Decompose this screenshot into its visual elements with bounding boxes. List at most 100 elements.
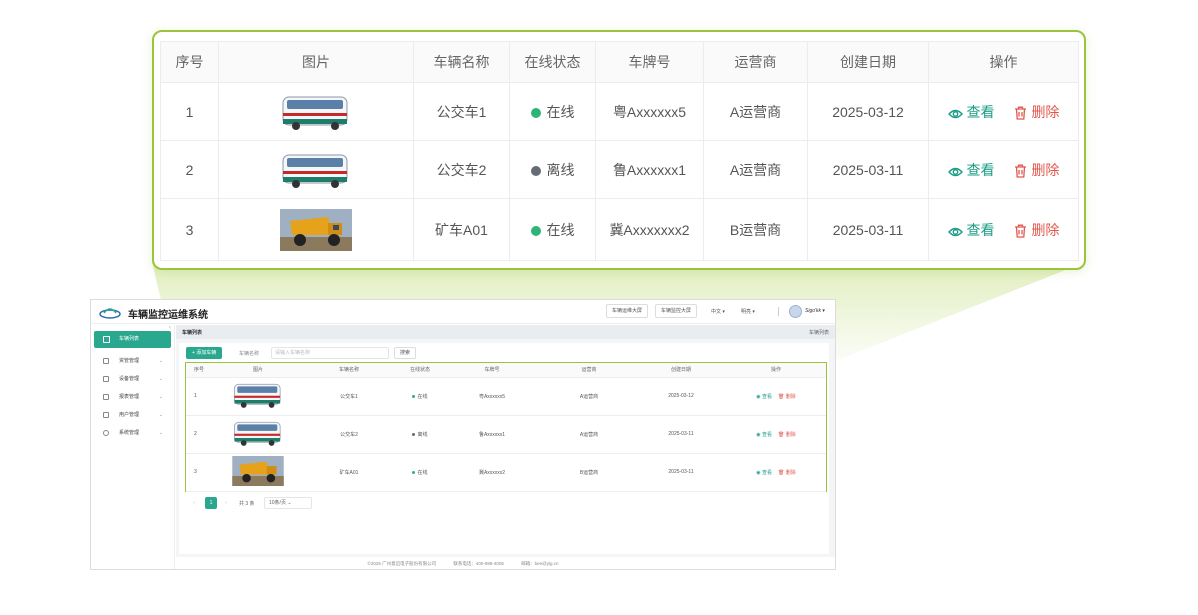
vehicle-image-cell [216,415,300,454]
eye-icon [947,109,963,118]
view-button[interactable]: ◉ 查看 [756,394,772,400]
logo-icon [99,308,121,319]
delete-button[interactable]: 删除 [1014,162,1059,178]
vehicle-image-cell [218,140,414,199]
search-button[interactable]: 搜索 [394,347,417,359]
sidebar-item-reports[interactable]: 报表管理 ⌄ [94,390,171,404]
actions-cell: 查看 删除 [928,198,1079,261]
delete-button[interactable]: 🗑 删除 [778,432,796,438]
avatar[interactable] [789,305,802,318]
col-image: 图片 [218,41,414,83]
trash-icon [1015,224,1027,238]
zoomed-table-panel: 序号 图片 车辆名称 在线状态 车牌号 运营商 创建日期 操作 1 公交车1 在… [152,30,1086,270]
prev-page-button[interactable]: ‹ [189,497,199,509]
col-status: 在线状态 [509,41,596,83]
operator: A运营商 [703,140,808,199]
header-divider [778,307,779,316]
plate-number: 粤Axxxxxx5 [442,377,542,416]
status-cell: 在线 [398,453,442,492]
asset-icon [103,358,109,364]
col-name: 车辆名称 [413,41,510,83]
page-1-button[interactable]: 1 [205,497,217,509]
table-row: 2 公交车2 离线 鲁Axxxxxx1 A运营商 2025-03-11 ◉ 查看… [186,415,826,454]
created-date: 2025-03-12 [636,377,726,416]
ops-dashboard-button[interactable]: 车辆运维大屏 [606,304,649,318]
delete-button[interactable]: 删除 [1014,104,1059,120]
view-button[interactable]: ◉ 查看 [756,432,772,438]
status-cell: 在线 [509,198,596,261]
view-button[interactable]: 查看 [947,104,995,120]
plate-number: 粤Axxxxxx5 [595,82,704,141]
table-row: 2 公交车2 离线 鲁Axxxxxx1 A运营商 2025-03-11 查看 删… [160,140,1079,199]
page-size-select[interactable]: 10条/页 ⌄ [264,497,312,509]
list-card: + 添加车辆 车辆名称 请输入车辆名称 搜索 序号 图片 车辆名称 在线状态 车… [179,343,829,554]
page-title-bar: 车辆列表 车辆列表 [176,325,835,339]
plate-number: 冀Axxxxxx2 [442,453,542,492]
vehicle-name-input[interactable]: 请输入车辆名称 [271,347,389,359]
status-text: 在线 [546,221,575,238]
col-actions: 操作 [726,363,826,378]
delete-button[interactable]: 🗑 删除 [778,470,796,476]
chevron-down-icon: ⌄ [158,430,163,436]
col-name: 车辆名称 [300,363,398,378]
sidebar-item-assets[interactable]: 资管管理 ⌄ [94,354,171,368]
status-cell: 离线 [509,140,596,199]
next-page-button[interactable]: › [221,497,231,509]
plate-number: 鲁Axxxxxx1 [595,140,704,199]
col-operator: 运营商 [542,363,636,378]
view-button[interactable]: ◉ 查看 [756,470,772,476]
table-row: 3 矿车A01 在线 冀Axxxxxxx2 B运营商 2025-03-11 查看… [160,198,1079,261]
bus-image [234,421,281,446]
row-index: 3 [186,453,216,492]
view-button[interactable]: 查看 [947,222,995,238]
created-date: 2025-03-12 [807,82,929,141]
view-button[interactable]: 查看 [947,162,995,178]
actions-cell: 查看 删除 [928,82,1079,141]
main-content: 车辆列表 车辆列表 + 添加车辆 车辆名称 请输入车辆名称 搜索 序号 图片 车… [176,325,835,557]
bus-icon [103,336,110,343]
online-status-dot [412,470,416,474]
created-date: 2025-03-11 [636,415,726,454]
language-select[interactable]: 中文 ▾ [711,308,725,315]
sidebar-item-system[interactable]: 系统管理 ⌄ [94,426,171,440]
col-actions: 操作 [928,41,1079,83]
vehicle-image-cell [216,377,300,416]
mining-truck-image [280,208,352,251]
app-title: 车辆监控运维系统 [128,310,208,321]
user-menu[interactable]: Sigo'kk ▾ [805,308,825,314]
chevron-down-icon: ⌄ [158,376,163,382]
vehicle-image-cell [218,82,414,141]
sidebar-item-devices[interactable]: 设备管理 ⌄ [94,372,171,386]
col-index: 序号 [186,363,216,378]
eye-icon [947,167,963,176]
theme-select[interactable]: 明亮 ▾ [741,308,755,315]
vehicle-name: 公交车1 [300,377,398,416]
online-status-dot [412,394,416,398]
vehicle-image-cell [218,198,414,261]
vehicle-name: 公交车1 [413,82,510,141]
status-text: 在线 [546,103,575,120]
add-vehicle-button[interactable]: + 添加车辆 [186,347,223,359]
col-plate: 车牌号 [442,363,542,378]
breadcrumb: 车辆列表 [808,330,829,336]
actions-cell: ◉ 查看 🗑 删除 [726,377,826,416]
vehicle-table: 序号 图片 车辆名称 在线状态 车牌号 运营商 创建日期 操作 1 公交车1 在… [185,362,827,492]
delete-button[interactable]: 🗑 删除 [778,394,796,400]
sidebar-item-users[interactable]: 用户管理 ⌄ [94,408,171,422]
row-index: 3 [160,198,219,261]
trash-icon [1015,164,1027,178]
monitor-dashboard-button[interactable]: 车辆监控大屏 [655,304,698,318]
sidebar-item-vehicle-list[interactable]: 车辆列表 [94,331,171,348]
contact-phone: 联系电话：400-888-4005 [453,561,504,566]
created-date: 2025-03-11 [807,140,929,199]
delete-button[interactable]: 删除 [1014,222,1059,238]
operator: B运营商 [703,198,808,261]
table-row: 1 公交车1 在线 粤Axxxxxx5 A运营商 2025-03-12 ◉ 查看… [186,377,826,416]
col-plate: 车牌号 [595,41,704,83]
vehicle-name: 公交车2 [413,140,510,199]
status-text: 离线 [546,161,575,178]
col-index: 序号 [160,41,219,83]
bus-image [282,154,348,188]
actions-cell: ◉ 查看 🗑 删除 [726,415,826,454]
col-date: 创建日期 [807,41,929,83]
